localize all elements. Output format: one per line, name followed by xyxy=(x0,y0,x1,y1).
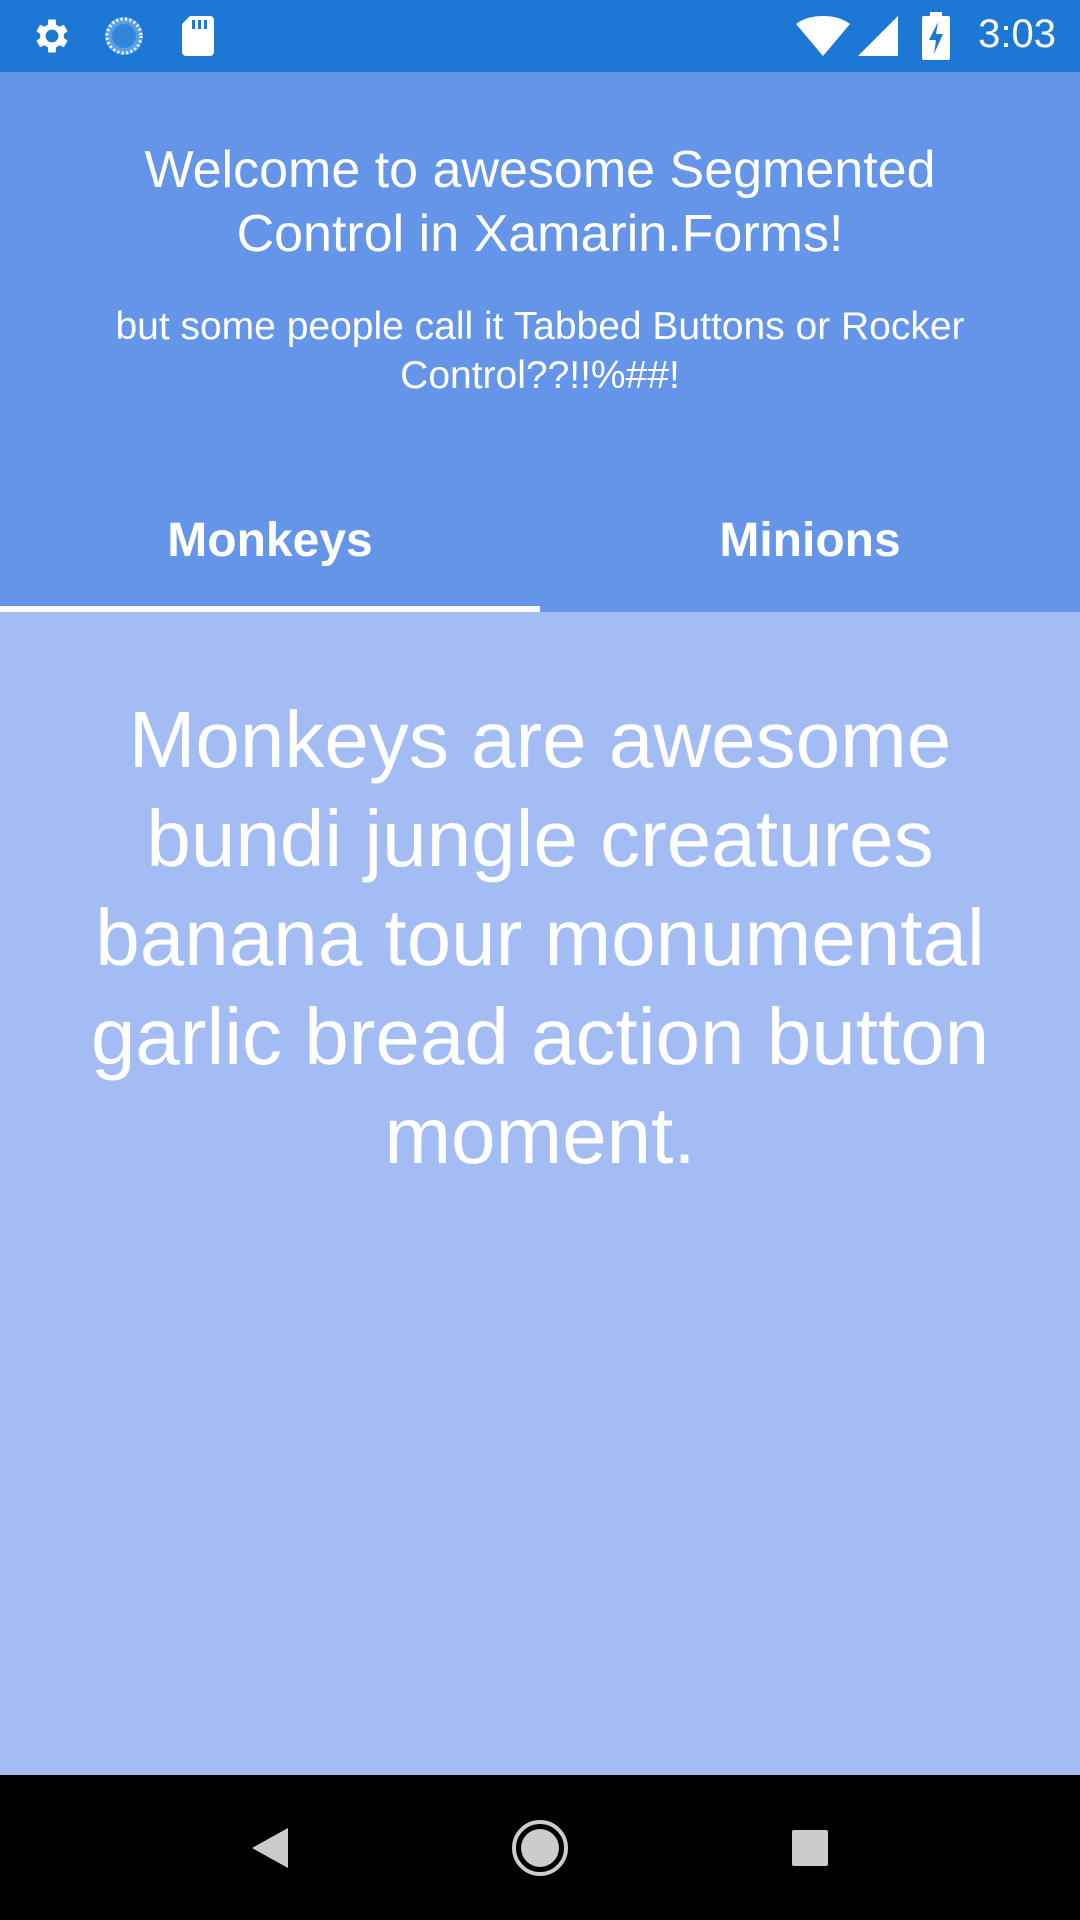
page-subtitle: but some people call it Tabbed Buttons o… xyxy=(115,305,965,397)
tab-monkeys-label: Monkeys xyxy=(167,513,373,567)
tab-minions[interactable]: Minions xyxy=(540,468,1080,612)
content-text: Monkeys are awesome bundi jungle creatur… xyxy=(90,695,990,1180)
tab-minions-label: Minions xyxy=(719,513,901,567)
recents-icon xyxy=(792,1829,828,1866)
recents-button[interactable] xyxy=(750,1775,870,1920)
tab-monkeys[interactable]: Monkeys xyxy=(0,468,540,612)
segmented-control: Monkeys Minions xyxy=(0,468,1080,612)
back-icon xyxy=(252,1827,288,1868)
sd-card-icon xyxy=(180,14,216,63)
signal-icon xyxy=(858,16,898,61)
home-icon xyxy=(512,1819,568,1876)
back-button[interactable] xyxy=(210,1775,330,1920)
status-time: 3:03 xyxy=(978,12,1056,56)
status-bar: 3:03 xyxy=(0,0,1080,72)
wifi-icon xyxy=(796,16,850,61)
nav-bar xyxy=(0,1775,1080,1920)
battery-charging-icon xyxy=(922,12,950,65)
home-button[interactable] xyxy=(480,1775,600,1920)
gear-icon xyxy=(30,14,74,63)
page-title: Welcome to awesome Segmented Control in … xyxy=(144,141,936,263)
sync-icon xyxy=(102,14,146,63)
tab-content: Monkeys are awesome bundi jungle creatur… xyxy=(0,612,1080,1775)
